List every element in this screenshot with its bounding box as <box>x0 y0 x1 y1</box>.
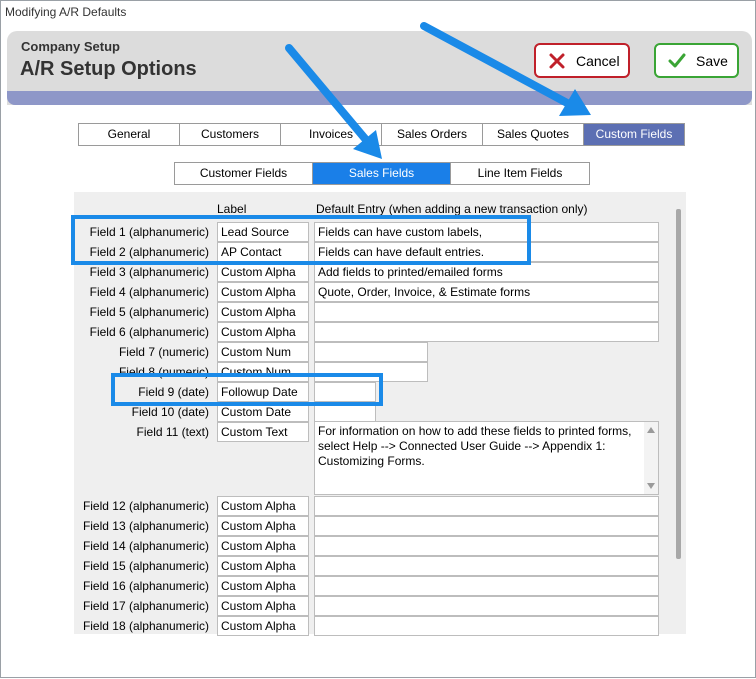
field-11-label-input[interactable]: Custom Text <box>217 422 309 442</box>
field-6-name: Field 6 (alphanumeric) <box>89 325 209 339</box>
field-6-default-input[interactable] <box>314 322 659 342</box>
subtab-line-item-fields[interactable]: Line Item Fields <box>451 163 589 184</box>
window-title: Modifying A/R Defaults <box>5 5 127 19</box>
field-13-default-input[interactable] <box>314 516 659 536</box>
scroll-down-icon[interactable] <box>647 483 655 489</box>
field-3-default-input[interactable]: Add fields to printed/emailed forms <box>314 262 659 282</box>
header-accent-strip <box>7 91 752 105</box>
tab-general[interactable]: General <box>79 124 180 145</box>
save-label: Save <box>696 52 728 69</box>
field-7-name: Field 7 (numeric) <box>118 345 209 359</box>
field-5-label-input[interactable]: Custom Alpha <box>217 302 309 322</box>
field-13-label-input[interactable]: Custom Alpha <box>217 516 309 536</box>
field-9-name: Field 9 (date) <box>138 385 209 399</box>
field-12-name: Field 12 (alphanumeric) <box>82 499 209 513</box>
check-icon <box>668 53 686 67</box>
x-icon <box>549 53 565 68</box>
field-11-default-text: For information on how to add these fiel… <box>318 424 632 468</box>
field-1-label-input[interactable]: Lead Source <box>217 222 309 242</box>
field-15-label-input[interactable]: Custom Alpha <box>217 556 309 576</box>
field-18-name: Field 18 (alphanumeric) <box>82 619 209 633</box>
dialog-window: Modifying A/R Defaults Company Setup A/R… <box>0 0 756 678</box>
tab-invoices[interactable]: Invoices <box>281 124 382 145</box>
field-16-default-input[interactable] <box>314 576 659 596</box>
column-header-default: Default Entry (when adding a new transac… <box>316 202 588 216</box>
subtab-sales-fields[interactable]: Sales Fields <box>313 163 451 184</box>
field-10-default-input[interactable] <box>314 402 376 422</box>
field-17-label-input[interactable]: Custom Alpha <box>217 596 309 616</box>
field-4-default-input[interactable]: Quote, Order, Invoice, & Estimate forms <box>314 282 659 302</box>
field-8-name: Field 8 (numeric) <box>118 365 209 379</box>
field-5-name: Field 5 (alphanumeric) <box>89 305 209 319</box>
field-8-label-input[interactable]: Custom Num <box>217 362 309 382</box>
cancel-label: Cancel <box>576 52 620 69</box>
field-5-default-input[interactable] <box>314 302 659 322</box>
sub-tabs: Customer Fields Sales Fields Line Item F… <box>174 162 590 185</box>
field-2-label-input[interactable]: AP Contact <box>217 242 309 262</box>
field-14-label-input[interactable]: Custom Alpha <box>217 536 309 556</box>
field-16-name: Field 16 (alphanumeric) <box>82 579 209 593</box>
tab-customers[interactable]: Customers <box>180 124 281 145</box>
field-17-default-input[interactable] <box>314 596 659 616</box>
field-3-name: Field 3 (alphanumeric) <box>89 265 209 279</box>
field-11-default-textarea[interactable]: For information on how to add these fiel… <box>314 421 659 495</box>
page-title: A/R Setup Options <box>20 58 197 80</box>
save-button[interactable]: Save <box>654 43 739 78</box>
field-18-default-input[interactable] <box>314 616 659 636</box>
tab-sales-orders[interactable]: Sales Orders <box>382 124 483 145</box>
field-18-label-input[interactable]: Custom Alpha <box>217 616 309 636</box>
field-7-label-input[interactable]: Custom Num <box>217 342 309 362</box>
field-3-label-input[interactable]: Custom Alpha <box>217 262 309 282</box>
field-16-label-input[interactable]: Custom Alpha <box>217 576 309 596</box>
field-1-default-input[interactable]: Fields can have custom labels, <box>314 222 659 242</box>
field-7-default-input[interactable] <box>314 342 428 362</box>
field-2-default-input[interactable]: Fields can have default entries. <box>314 242 659 262</box>
field-9-label-input[interactable]: Followup Date <box>217 382 309 402</box>
field-10-name: Field 10 (date) <box>131 405 209 419</box>
field-12-label-input[interactable]: Custom Alpha <box>217 496 309 516</box>
tab-custom-fields[interactable]: Custom Fields <box>584 124 684 145</box>
field-1-name: Field 1 (alphanumeric) <box>89 225 209 239</box>
header-company: Company Setup <box>21 39 120 54</box>
field-11-name: Field 11 (text) <box>136 425 209 439</box>
tab-sales-quotes[interactable]: Sales Quotes <box>483 124 584 145</box>
field-14-name: Field 14 (alphanumeric) <box>82 539 209 553</box>
column-header-label: Label <box>217 202 247 216</box>
field-15-default-input[interactable] <box>314 556 659 576</box>
field-9-default-input[interactable] <box>314 382 376 402</box>
field-2-name: Field 2 (alphanumeric) <box>89 245 209 259</box>
field-14-default-input[interactable] <box>314 536 659 556</box>
scroll-up-icon[interactable] <box>647 427 655 433</box>
field-6-label-input[interactable]: Custom Alpha <box>217 322 309 342</box>
field-13-name: Field 13 (alphanumeric) <box>82 519 209 533</box>
field-15-name: Field 15 (alphanumeric) <box>82 559 209 573</box>
main-tabs: General Customers Invoices Sales Orders … <box>78 123 685 146</box>
cancel-button[interactable]: Cancel <box>534 43 630 78</box>
panel-scrollbar[interactable] <box>676 209 681 559</box>
textarea-scrollbar[interactable] <box>644 422 658 494</box>
subtab-customer-fields[interactable]: Customer Fields <box>175 163 313 184</box>
field-12-default-input[interactable] <box>314 496 659 516</box>
field-4-name: Field 4 (alphanumeric) <box>89 285 209 299</box>
field-17-name: Field 17 (alphanumeric) <box>82 599 209 613</box>
field-4-label-input[interactable]: Custom Alpha <box>217 282 309 302</box>
field-10-label-input[interactable]: Custom Date <box>217 402 309 422</box>
field-8-default-input[interactable] <box>314 362 428 382</box>
